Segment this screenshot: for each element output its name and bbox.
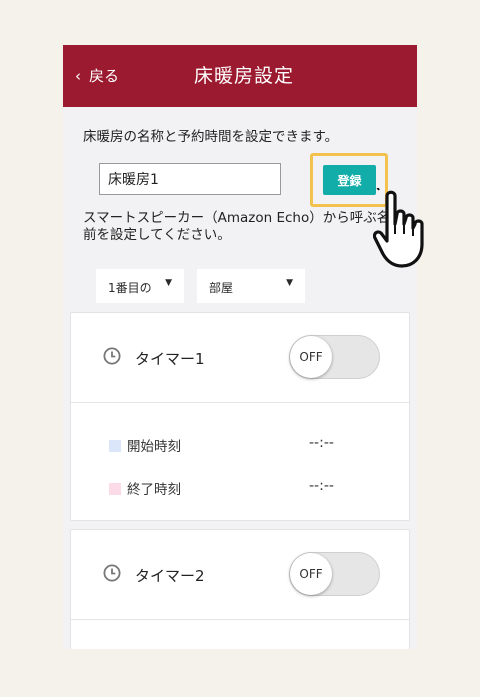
timer-toggle[interactable]: OFF (289, 552, 380, 596)
timer-toggle[interactable]: OFF (289, 335, 380, 379)
caret-down-icon: ▼ (286, 278, 293, 288)
room-select[interactable]: 部屋 ▼ (197, 269, 305, 303)
timer-card-1: タイマー1 OFF 開始時刻 --:-- 終了時刻 --:-- (70, 312, 410, 521)
order-select-value: 1番目の (108, 281, 152, 295)
timer-header: タイマー2 OFF (71, 530, 409, 618)
timer-card-2: タイマー2 OFF (70, 529, 410, 649)
end-time-value[interactable]: --:-- (309, 478, 334, 494)
toggle-knob: OFF (290, 553, 332, 595)
app-header: ‹ 戻る 床暖房設定 (63, 45, 417, 107)
heater-name-input[interactable] (99, 163, 281, 195)
page-title: 床暖房設定 (193, 65, 294, 87)
timer-name: タイマー1 (135, 350, 205, 368)
end-time-label: 終了時刻 (109, 478, 181, 498)
intro-description: 床暖房の名称と予約時間を設定できます。 (83, 129, 339, 145)
timer-header: タイマー1 OFF (71, 313, 409, 401)
register-button[interactable]: 登録 (323, 165, 376, 195)
app-screen: ‹戻る 床暖房設定 床暖房の名称と予約時間を設定できます。 登録 スマートスピー… (63, 45, 417, 649)
start-time-value[interactable]: --:-- (309, 435, 334, 451)
clock-icon (103, 564, 121, 582)
speaker-description: スマートスピーカー（Amazon Echo）から呼ぶ名前を設定してください。 (83, 210, 391, 243)
caret-down-icon: ▼ (165, 278, 172, 288)
timer-name: タイマー2 (135, 567, 205, 585)
start-time-label: 開始時刻 (109, 435, 181, 455)
end-marker-icon (109, 483, 121, 495)
start-marker-icon (109, 440, 121, 452)
clock-icon (103, 347, 121, 365)
room-select-value: 部屋 (209, 281, 234, 295)
divider (71, 619, 409, 620)
toggle-knob: OFF (290, 336, 332, 378)
order-select[interactable]: 1番目の ▼ (96, 269, 184, 303)
pointing-hand-icon (373, 188, 424, 268)
divider (71, 402, 409, 403)
